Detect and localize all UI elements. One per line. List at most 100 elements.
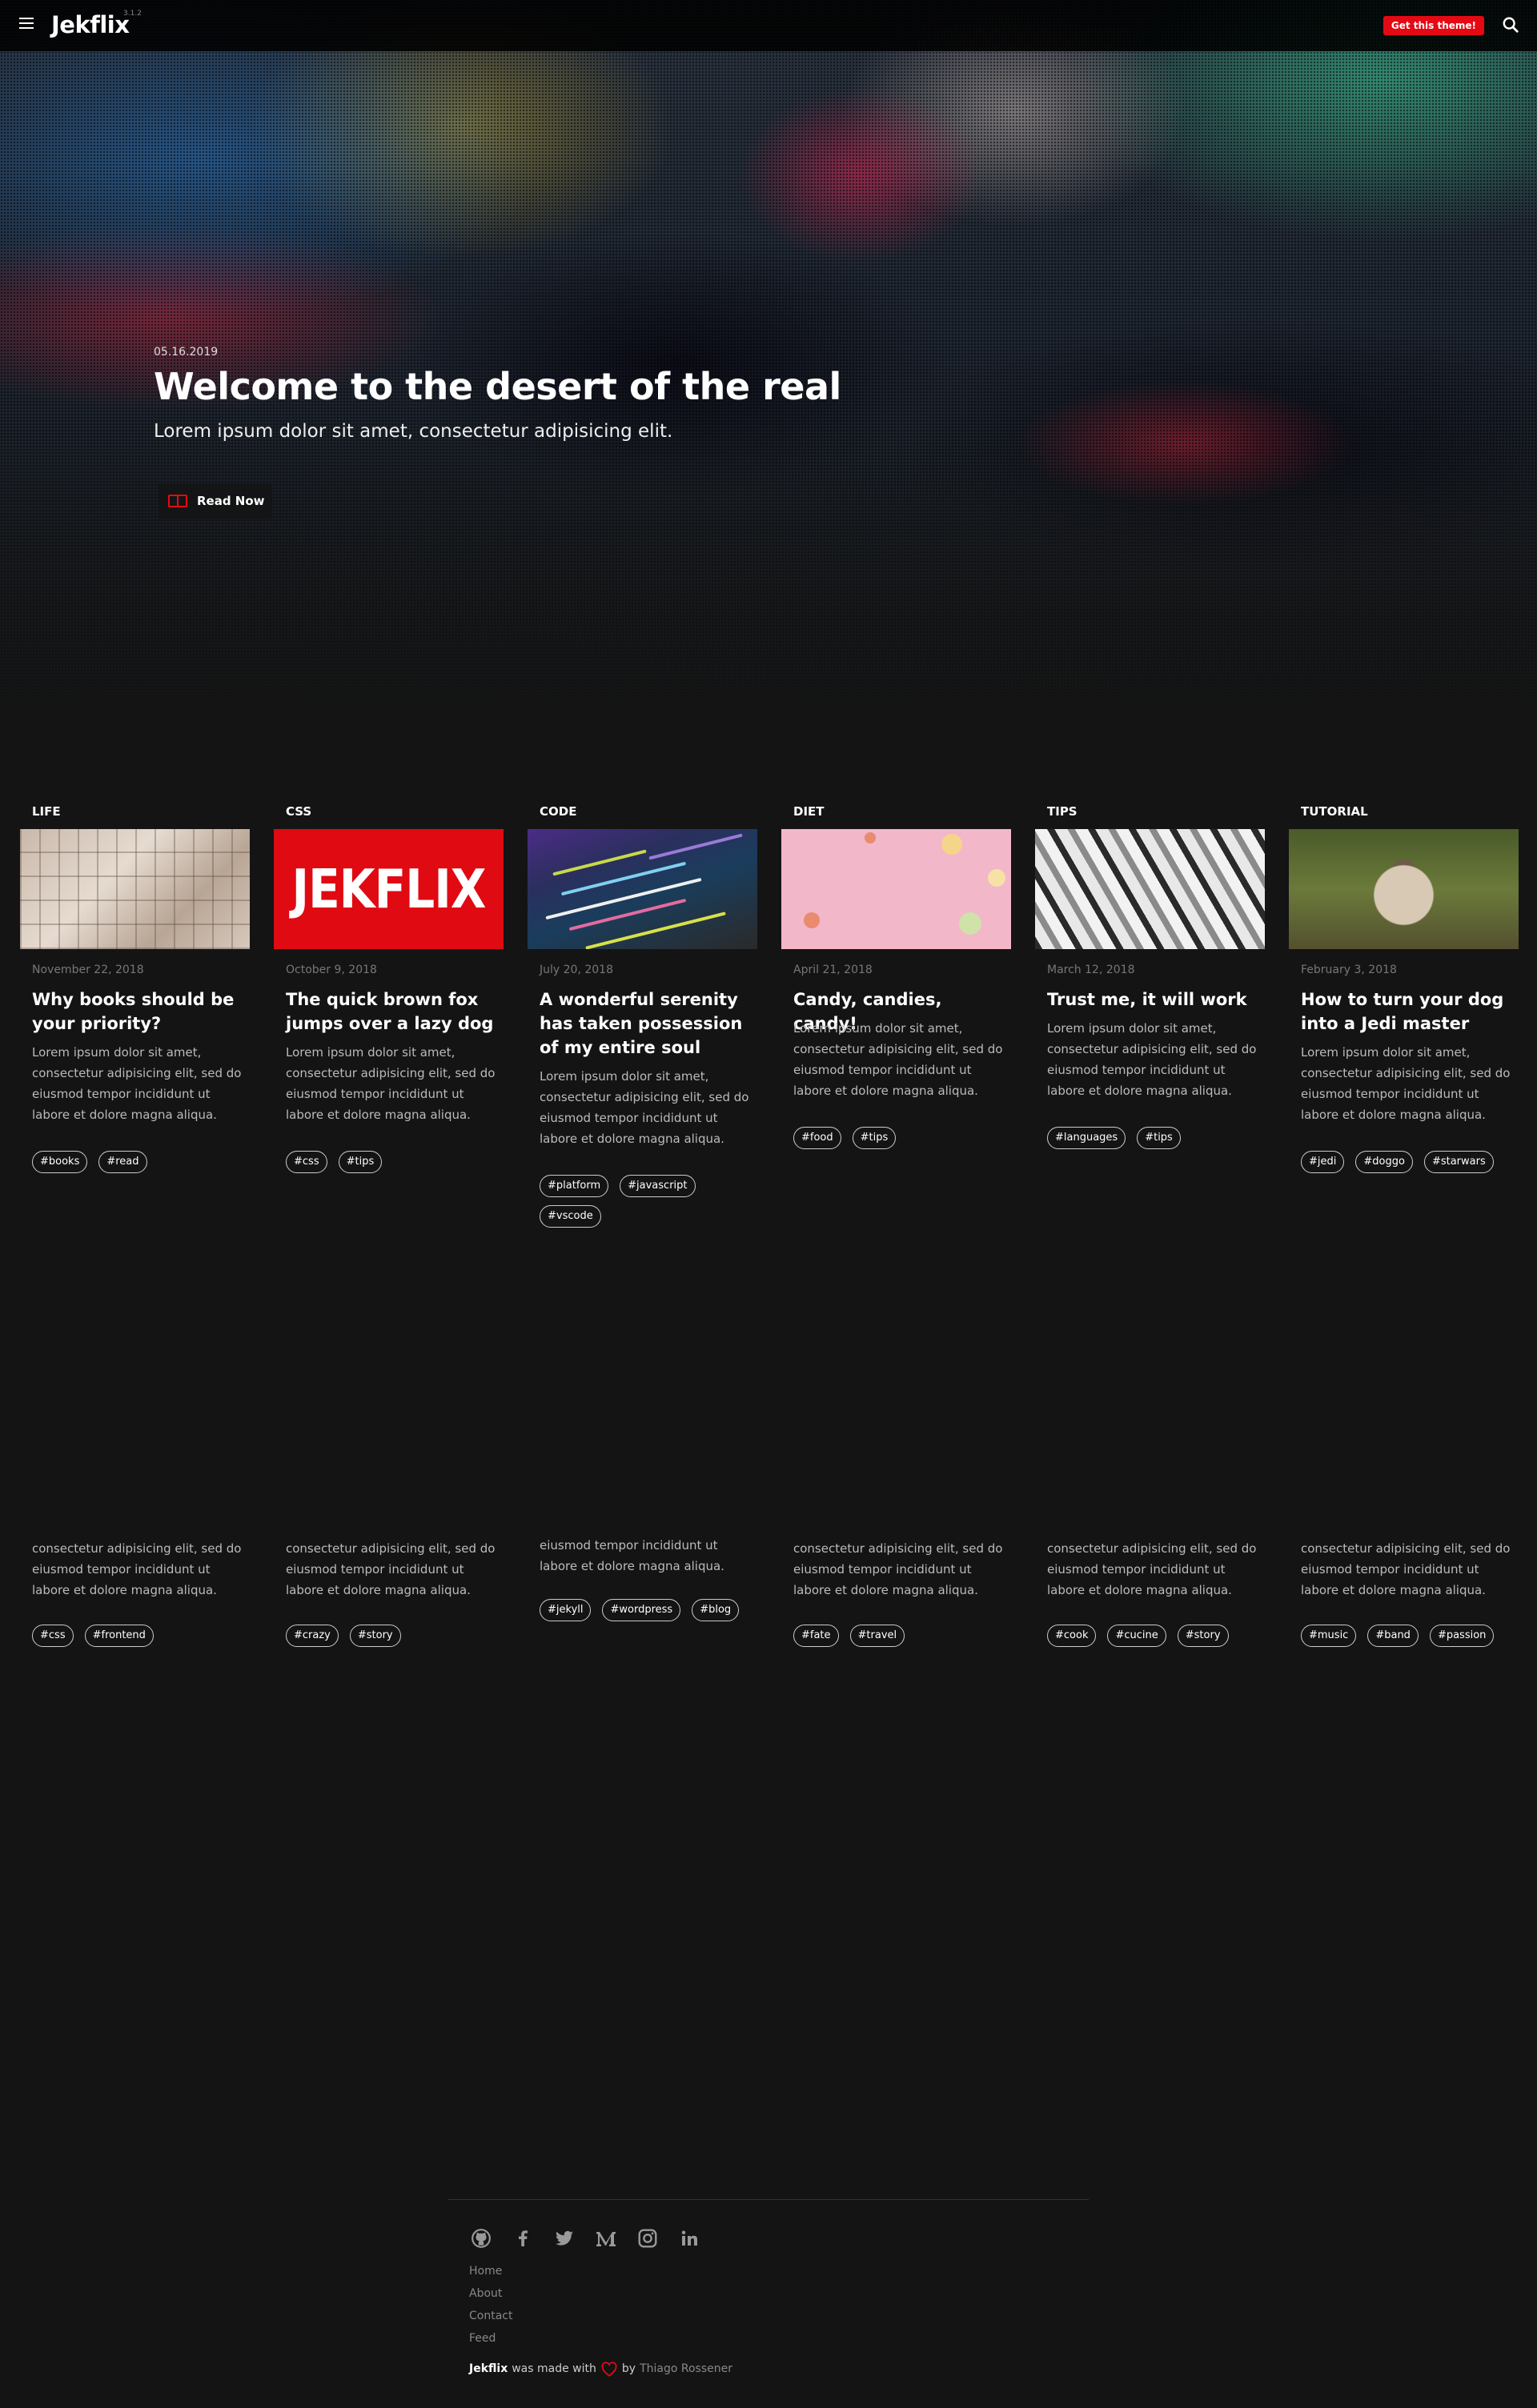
footer-credit: Jekflix was made with by Thiago Rossener	[469, 2361, 732, 2377]
twitter-icon[interactable]	[552, 2226, 576, 2250]
book-icon	[168, 495, 187, 507]
tag-link[interactable]: #doggo	[1355, 1151, 1413, 1173]
post-tags: #css #tips	[286, 1151, 496, 1173]
post-tags: #css #frontend	[32, 1625, 242, 1647]
hero-banner: 05.16.2019 Welcome to the desert of the …	[0, 0, 1537, 792]
tag-link[interactable]: #read	[98, 1151, 147, 1173]
heart-icon	[601, 2362, 617, 2377]
post-date: November 22, 2018	[32, 964, 144, 976]
credit-text: was made with	[512, 2362, 596, 2375]
version-label: 3.1.2	[123, 10, 142, 18]
post-tags: #jekyll #wordpress #blog	[540, 1599, 749, 1621]
tag-link[interactable]: #food	[793, 1127, 841, 1149]
post-excerpt: Lorem ipsum dolor sit amet, consectetur …	[32, 1045, 242, 1122]
tag-link[interactable]: #music	[1301, 1625, 1357, 1647]
tag-link[interactable]: #fate	[793, 1625, 839, 1647]
tag-link[interactable]: #tips	[338, 1151, 383, 1173]
tag-link[interactable]: #javascript	[620, 1175, 696, 1197]
post-excerpt: consectetur adipisicing elit, sed do eiu…	[286, 1541, 496, 1597]
tag-link[interactable]: #blog	[692, 1599, 740, 1621]
tag-link[interactable]: #wordpress	[602, 1599, 681, 1621]
post-thumbnail[interactable]	[1035, 829, 1265, 949]
tag-link[interactable]: #css	[286, 1151, 327, 1173]
post-title[interactable]: How to turn your dog into a Jedi master	[1301, 988, 1509, 1036]
post-tags: #languages #tips	[1047, 1127, 1257, 1149]
facebook-icon[interactable]	[511, 2226, 535, 2250]
post-category[interactable]: Diet	[793, 804, 825, 819]
tag-link[interactable]: #vscode	[540, 1205, 601, 1228]
tag-link[interactable]: #platform	[540, 1175, 609, 1197]
tag-link[interactable]: #languages	[1047, 1127, 1126, 1149]
tag-link[interactable]: #travel	[849, 1625, 905, 1647]
footer-divider	[448, 2199, 1089, 2200]
post-date: February 3, 2018	[1301, 964, 1397, 976]
tag-link[interactable]: #cook	[1047, 1625, 1097, 1647]
post-category[interactable]: CSS	[286, 804, 311, 819]
tag-link[interactable]: #starwars	[1423, 1151, 1494, 1173]
tag-link[interactable]: #band	[1367, 1625, 1419, 1647]
tag-link[interactable]: #cucine	[1107, 1625, 1166, 1647]
credit-brand[interactable]: Jekflix	[469, 2362, 508, 2375]
read-now-label: Read Now	[197, 494, 265, 508]
tag-link[interactable]: #css	[32, 1625, 74, 1647]
tag-link[interactable]: #tips	[852, 1127, 897, 1149]
post-thumbnail[interactable]	[781, 829, 1011, 949]
post-tags: #platform #javascript #vscode	[540, 1175, 749, 1228]
post-tags: #books #read	[32, 1151, 242, 1173]
post-excerpt: Lorem ipsum dolor sit amet, consectetur …	[286, 1045, 496, 1122]
github-icon[interactable]	[469, 2226, 493, 2250]
hamburger-menu-icon[interactable]	[19, 18, 34, 29]
post-title[interactable]: Trust me, it will work	[1047, 988, 1255, 1012]
post-excerpt: Lorem ipsum dolor sit amet, consectetur …	[1301, 1045, 1511, 1122]
get-theme-button[interactable]: Get this theme!	[1382, 16, 1484, 35]
site-logo[interactable]: Jekflix	[51, 11, 130, 38]
post-thumbnail[interactable]	[20, 829, 250, 949]
tag-link[interactable]: #books	[32, 1151, 88, 1173]
post-title[interactable]: The quick brown fox jumps over a lazy do…	[286, 988, 494, 1036]
social-links	[469, 2226, 701, 2250]
post-excerpt: Lorem ipsum dolor sit amet, consectetur …	[1047, 1021, 1257, 1098]
post-tags: #cook #cucine #story	[1047, 1625, 1257, 1647]
post-category[interactable]: Tips	[1047, 804, 1078, 819]
post-excerpt: eiusmod tempor incididunt ut labore et d…	[540, 1538, 724, 1573]
tag-link[interactable]: #story	[1177, 1625, 1229, 1647]
medium-icon[interactable]	[594, 2226, 618, 2250]
footer-link-contact[interactable]: Contact	[469, 2308, 512, 2330]
footer-link-about[interactable]: About	[469, 2286, 512, 2308]
tag-link[interactable]: #jedi	[1301, 1151, 1345, 1173]
post-tags: #jedi #doggo #starwars	[1301, 1151, 1511, 1173]
credit-by: by	[621, 2362, 636, 2375]
post-category[interactable]: Code	[540, 804, 576, 819]
post-thumbnail[interactable]: JEKFLIX	[274, 829, 504, 949]
post-thumbnail[interactable]	[528, 829, 757, 949]
post-excerpt: consectetur adipisicing elit, sed do eiu…	[793, 1541, 1003, 1597]
footer-link-feed[interactable]: Feed	[469, 2330, 512, 2353]
tag-link[interactable]: #passion	[1429, 1625, 1495, 1647]
post-category[interactable]: Tutorial	[1301, 804, 1368, 819]
credit-author-link[interactable]: Thiago Rossener	[640, 2362, 732, 2375]
post-excerpt: consectetur adipisicing elit, sed do eiu…	[1301, 1541, 1511, 1597]
post-excerpt: consectetur adipisicing elit, sed do eiu…	[32, 1541, 242, 1597]
linkedin-icon[interactable]	[677, 2226, 701, 2250]
post-excerpt: consectetur adipisicing elit, sed do eiu…	[1047, 1541, 1257, 1597]
post-excerpt: Lorem ipsum dolor sit amet, consectetur …	[793, 1021, 1003, 1098]
hero-title[interactable]: Welcome to the desert of the real	[154, 365, 841, 408]
footer-link-home[interactable]: Home	[469, 2263, 512, 2286]
post-tags: #music #band #passion	[1301, 1625, 1511, 1647]
post-date: July 20, 2018	[540, 964, 613, 976]
tag-link[interactable]: #frontend	[84, 1625, 154, 1647]
tag-link[interactable]: #jekyll	[540, 1599, 592, 1621]
search-icon[interactable]	[1502, 16, 1519, 34]
instagram-icon[interactable]	[636, 2226, 660, 2250]
post-thumbnail[interactable]	[1289, 829, 1519, 949]
post-tags: #crazy #story	[286, 1625, 496, 1647]
tag-link[interactable]: #tips	[1137, 1127, 1181, 1149]
post-title[interactable]: A wonderful serenity has taken possessio…	[540, 988, 748, 1060]
tag-link[interactable]: #story	[349, 1625, 401, 1647]
read-now-button[interactable]: Read Now	[159, 483, 272, 519]
post-category[interactable]: Life	[32, 804, 61, 819]
tag-link[interactable]: #crazy	[286, 1625, 339, 1647]
hero-subtitle: Lorem ipsum dolor sit amet, consectetur …	[154, 421, 673, 442]
post-tags: #fate #travel	[793, 1625, 1003, 1647]
post-title[interactable]: Why books should be your priority?	[32, 988, 240, 1036]
